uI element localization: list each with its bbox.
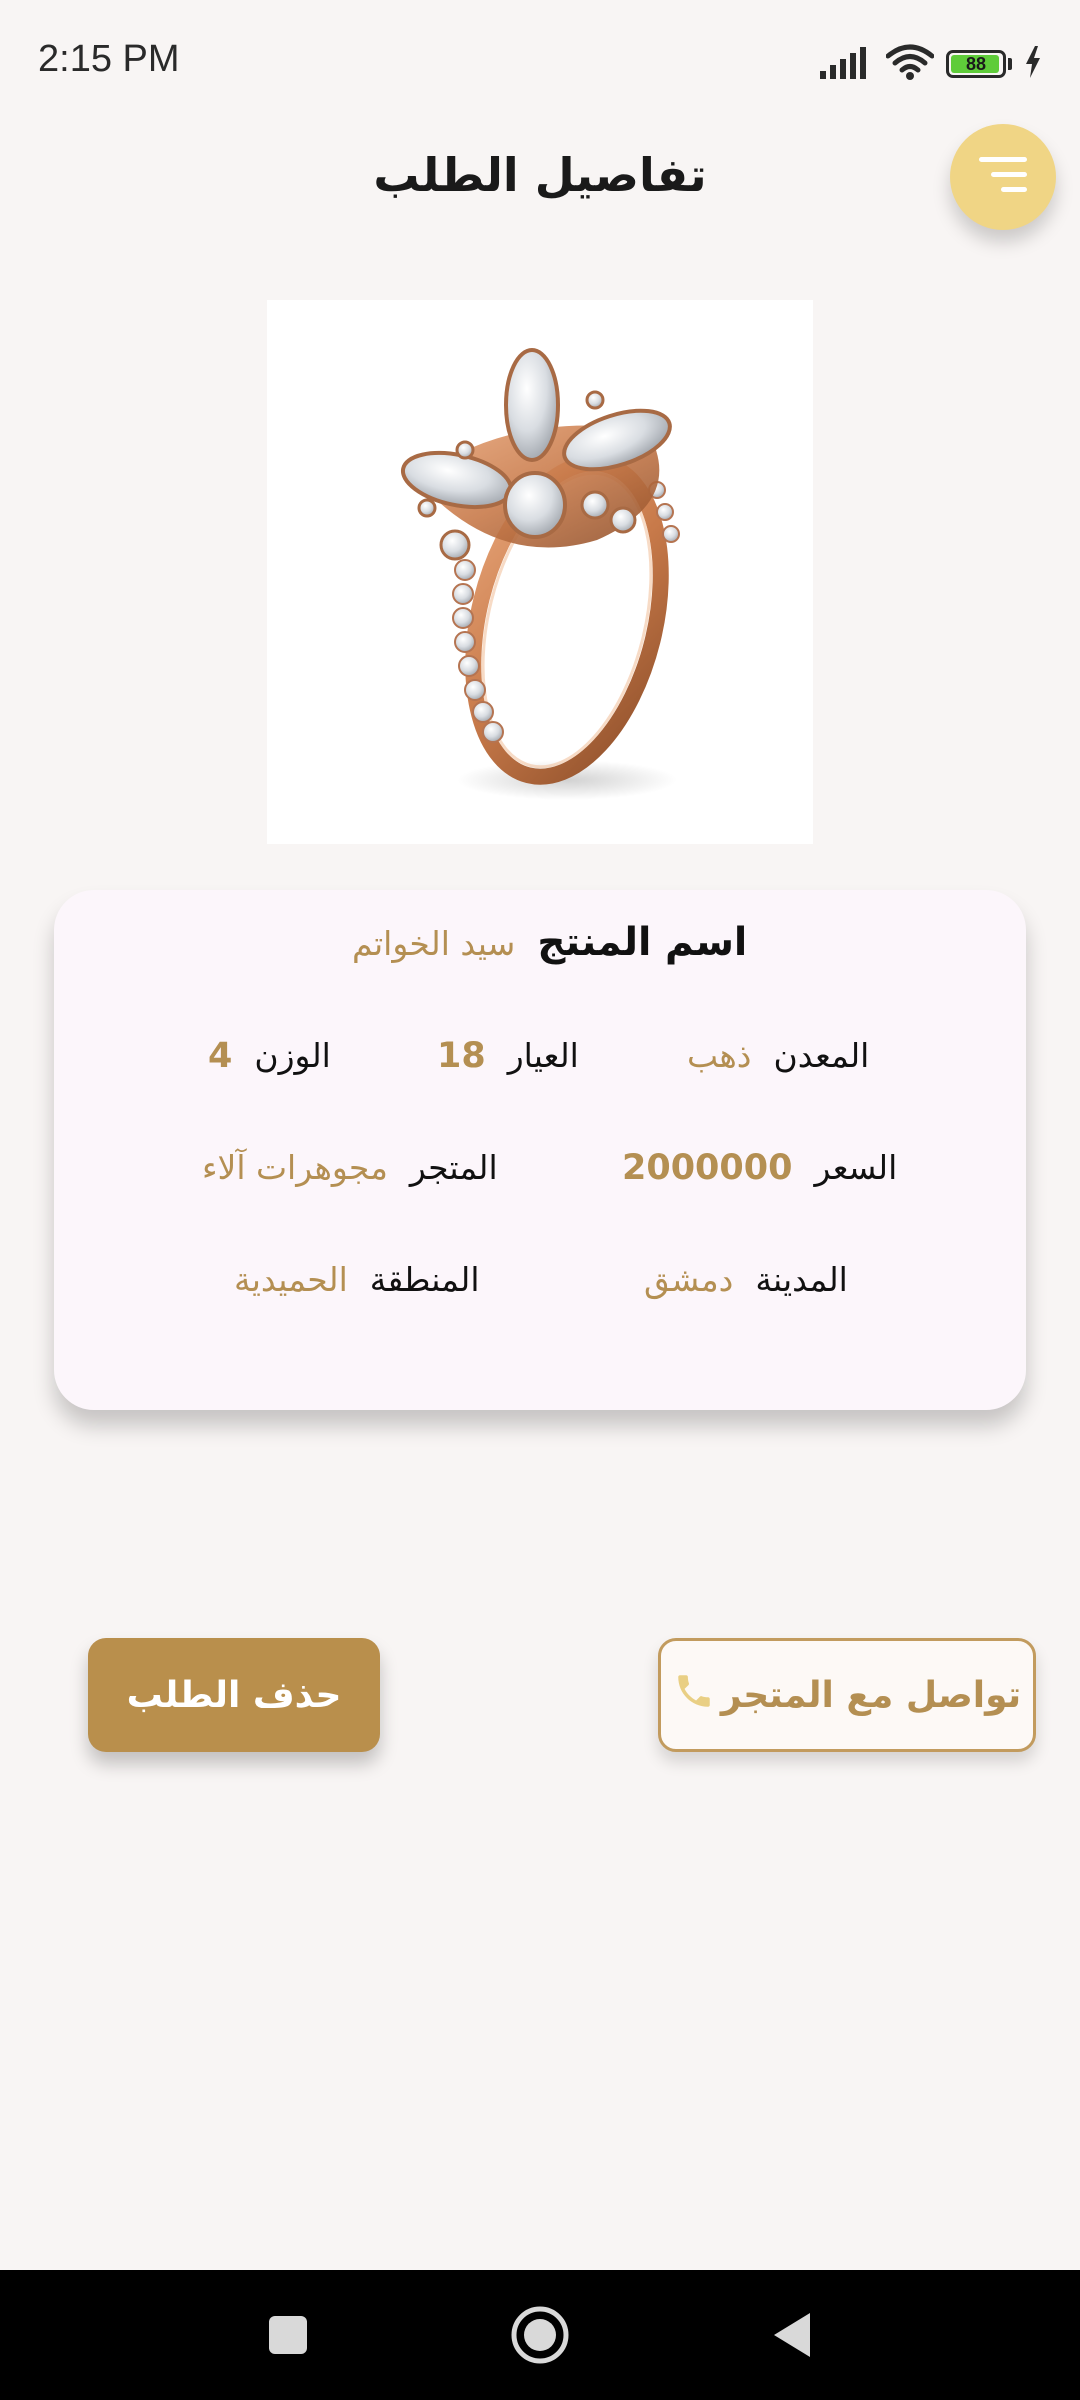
wifi-icon [885, 44, 935, 84]
region-label: المنطقة [369, 1260, 480, 1299]
city-value: دمشق [644, 1260, 734, 1299]
city-label: المدينة [755, 1260, 848, 1299]
price-value: 2000000 [622, 1148, 793, 1188]
product-name-value: سيد الخواتم [352, 924, 516, 963]
contact-store-button[interactable]: تواصل مع المتجر [658, 1638, 1036, 1752]
delete-order-button[interactable]: حذف الطلب [88, 1638, 380, 1752]
metal-field: المعدن ذهب [687, 1036, 869, 1075]
status-bar: 2:15 PM 88 [0, 0, 1080, 130]
order-details-card: اسم المنتج سيد الخواتم المعدن ذهب العيار… [54, 890, 1026, 1410]
weight-label: الوزن [254, 1036, 331, 1075]
phone-icon [673, 1670, 715, 1721]
home-circle-icon[interactable] [490, 2290, 590, 2380]
karat-label: العيار [507, 1036, 579, 1075]
price-label: السعر [814, 1148, 898, 1187]
menu-button[interactable] [950, 124, 1056, 230]
charging-icon [1024, 46, 1042, 82]
recents-square-icon[interactable] [238, 2290, 338, 2380]
order-details-screen: 2:15 PM 88 تفاصيل الطلب اسم المنتج سيد ا… [0, 0, 1080, 2400]
metal-label: المعدن [773, 1036, 870, 1075]
back-triangle-icon[interactable] [742, 2290, 842, 2380]
karat-value: 18 [437, 1036, 486, 1076]
status-time: 2:15 PM [38, 38, 180, 80]
contact-store-label: تواصل مع المتجر [720, 1674, 1022, 1716]
karat-field: العيار 18 [437, 1036, 579, 1076]
status-icons: 88 [820, 44, 1042, 84]
metal-value: ذهب [687, 1036, 752, 1075]
battery-icon: 88 [946, 50, 1006, 78]
weight-field: الوزن 4 [208, 1036, 331, 1076]
product-name-label: اسم المنتج [537, 920, 748, 965]
store-value: مجوهرات آلاء [202, 1148, 388, 1187]
menu-lines-icon [975, 155, 1031, 199]
battery-tip [1008, 58, 1012, 70]
region-field: المنطقة الحميدية [234, 1260, 479, 1299]
price-field: السعر 2000000 [622, 1148, 897, 1188]
store-field: المتجر مجوهرات آلاء [202, 1148, 498, 1187]
page-title: تفاصيل الطلب [373, 148, 707, 202]
region-value: الحميدية [234, 1260, 348, 1299]
city-field: المدينة دمشق [644, 1260, 848, 1299]
signal-icon [820, 45, 874, 83]
delete-order-label: حذف الطلب [126, 1674, 342, 1716]
weight-value: 4 [208, 1036, 233, 1076]
battery-level: 88 [965, 53, 987, 74]
product-name-field: اسم المنتج سيد الخواتم [352, 920, 747, 965]
system-nav-bar [0, 2270, 1080, 2400]
store-label: المتجر [409, 1148, 498, 1187]
ring-illustration [400, 348, 680, 800]
product-image [267, 300, 813, 844]
